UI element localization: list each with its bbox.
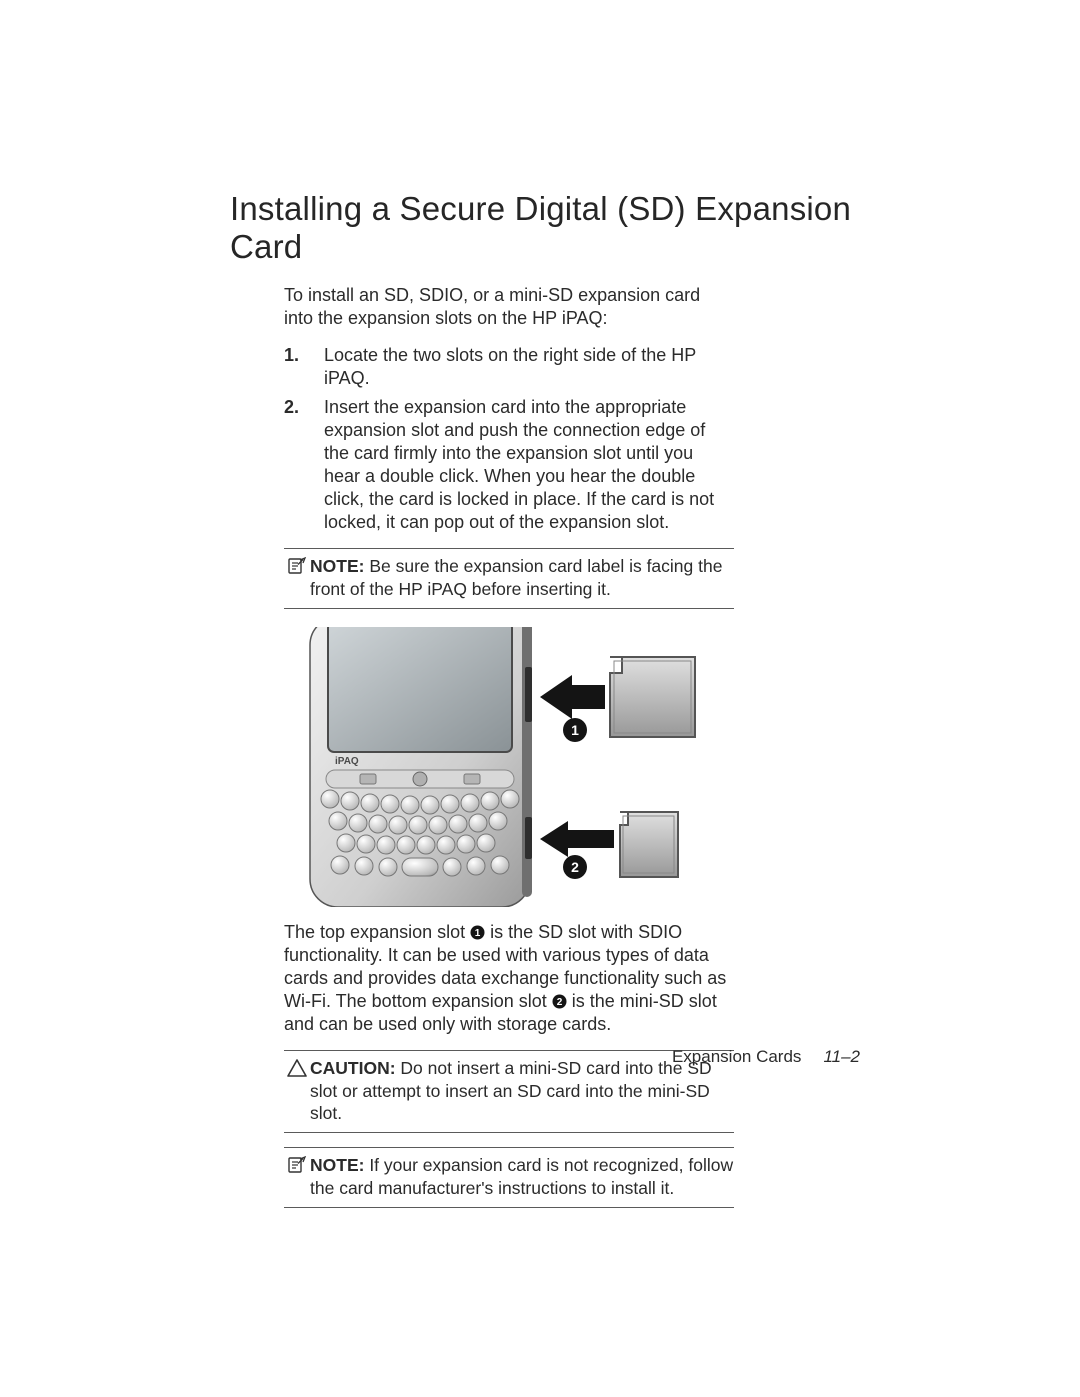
divider (284, 1147, 734, 1148)
footer-section: Expansion Cards (672, 1047, 801, 1067)
svg-text:2: 2 (571, 859, 579, 875)
sd-card-1 (610, 657, 695, 737)
device-brand-label: iPAQ (335, 756, 359, 767)
inline-badge-1-icon: 1 (470, 925, 485, 940)
note-1-text: NOTE: Be sure the expansion card label i… (310, 555, 734, 600)
caution-block: CAUTION: Do not insert a mini-SD card in… (284, 1050, 734, 1133)
step-2: 2. Insert the expansion card into the ap… (284, 396, 734, 534)
note-icon (284, 555, 310, 600)
inline-badge-2-icon: 2 (552, 994, 567, 1009)
intro-text: To install an SD, SDIO, or a mini-SD exp… (284, 284, 734, 330)
mini-sd-card-2 (620, 812, 678, 877)
note-body: Be sure the expansion card label is faci… (310, 556, 722, 598)
page-title: Installing a Secure Digital (SD) Expansi… (230, 190, 860, 266)
divider (284, 1050, 734, 1051)
note-2-block: NOTE: If your expansion card is not reco… (284, 1147, 734, 1208)
step-1: 1. Locate the two slots on the right sid… (284, 344, 734, 390)
svg-text:2: 2 (557, 997, 563, 1008)
caution-text: CAUTION: Do not insert a mini-SD card in… (310, 1057, 734, 1124)
step-text: Locate the two slots on the right side o… (324, 344, 734, 390)
step-number: 1. (284, 344, 324, 390)
divider (284, 1207, 734, 1208)
installation-figure: iPAQ (300, 627, 715, 907)
note-icon (284, 1154, 310, 1199)
caution-label: CAUTION: (310, 1058, 396, 1078)
figure-badge-2: 2 (563, 855, 587, 879)
step-number: 2. (284, 396, 324, 534)
note-1-block: NOTE: Be sure the expansion card label i… (284, 548, 734, 609)
steps-list: 1. Locate the two slots on the right sid… (284, 344, 734, 534)
note-body: If your expansion card is not recognized… (310, 1155, 733, 1197)
divider (284, 548, 734, 549)
figure-badge-1: 1 (563, 718, 587, 742)
slot-desc-pre: The top expansion slot (284, 922, 470, 942)
svg-text:1: 1 (571, 722, 579, 738)
step-text: Insert the expansion card into the appro… (324, 396, 734, 534)
page-footer: Expansion Cards 11–2 (672, 1047, 860, 1067)
note-label: NOTE: (310, 556, 364, 576)
svg-text:1: 1 (475, 928, 481, 939)
slot-description: The top expansion slot 1 is the SD slot … (284, 921, 734, 1036)
arrow-2 (540, 821, 614, 857)
footer-page-number: 11–2 (823, 1047, 860, 1067)
note-label: NOTE: (310, 1155, 364, 1175)
caution-icon (284, 1057, 310, 1124)
divider (284, 608, 734, 609)
note-2-text: NOTE: If your expansion card is not reco… (310, 1154, 734, 1199)
divider (284, 1132, 734, 1133)
arrow-1 (540, 675, 605, 719)
